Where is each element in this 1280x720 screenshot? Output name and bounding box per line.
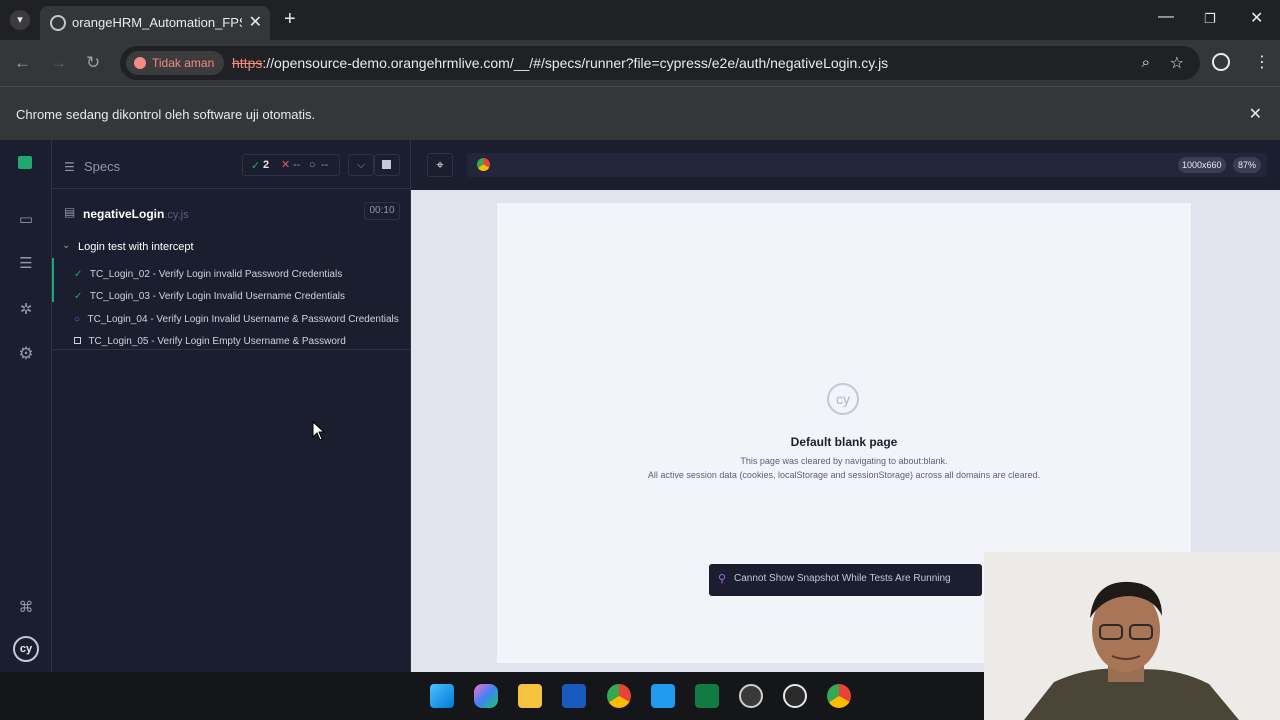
infobar-message: Chrome sedang dikontrol oleh software uj… bbox=[16, 107, 316, 122]
zoom-search-icon[interactable]: ⌕ bbox=[1142, 54, 1150, 71]
url-scheme: https bbox=[232, 55, 263, 71]
mouse-cursor-icon bbox=[312, 421, 326, 441]
divider bbox=[52, 349, 411, 350]
snapshot-notice-text: Cannot Show Snapshot While Tests Are Run… bbox=[734, 573, 951, 584]
chrome-browser-icon bbox=[477, 158, 490, 171]
tab-search-icon[interactable]: ▾ bbox=[10, 10, 30, 30]
suite-title[interactable]: Login test with intercept bbox=[78, 241, 194, 253]
test-title: TC_Login_02 - Verify Login invalid Passw… bbox=[89, 269, 343, 280]
browser-tab[interactable]: orangeHRM_Automation_FPSanbercode ✕ bbox=[40, 6, 270, 40]
auto-scroll-chevron-icon[interactable]: ⌵ bbox=[348, 154, 374, 176]
spec-runner-panel: ☰ Specs ✓ 2 ✕ -- ○ -- ⌵ ▤ negativeLogin.… bbox=[52, 140, 411, 672]
url-path: ://opensource-demo.orangehrmlive.com/__/… bbox=[262, 55, 889, 71]
chrome-icon[interactable] bbox=[607, 684, 631, 708]
browser-tab-strip: ▾ orangeHRM_Automation_FPSanbercode ✕ + … bbox=[0, 0, 1280, 40]
automation-infobar: Chrome sedang dikontrol oleh software uj… bbox=[0, 86, 1280, 140]
spec-file-icon: ▤ bbox=[64, 205, 76, 219]
test-row[interactable]: TC_Login_05 - Verify Login Empty Usernam… bbox=[74, 331, 346, 349]
browser-toolbar: ← → ↻ Tidak aman https://opensource-demo… bbox=[0, 40, 1280, 86]
tab-title: orangeHRM_Automation_FPSanbercode bbox=[72, 15, 242, 30]
copilot-icon[interactable] bbox=[474, 684, 498, 708]
pass-indicator-bar bbox=[52, 258, 54, 302]
not-secure-icon bbox=[134, 57, 146, 69]
viewport-size-badge[interactable]: 1000x660 bbox=[1178, 157, 1226, 173]
spec-file-name[interactable]: negativeLogin.cy.js bbox=[83, 207, 189, 221]
test-row[interactable]: ✓ TC_Login_03 - Verify Login Invalid Use… bbox=[74, 286, 345, 304]
security-chip[interactable]: Tidak aman bbox=[126, 51, 225, 75]
chrome-icon[interactable] bbox=[827, 684, 851, 708]
new-tab-button[interactable]: + bbox=[284, 8, 296, 31]
tab-close-icon[interactable]: ✕ bbox=[249, 12, 262, 32]
passed-check-icon: ✓ bbox=[251, 160, 261, 172]
snapshot-notice: ⚲ Cannot Show Snapshot While Tests Are R… bbox=[709, 564, 982, 596]
cypress-icon[interactable] bbox=[783, 684, 807, 708]
address-bar[interactable]: Tidak aman https://opensource-demo.orang… bbox=[120, 46, 1200, 80]
stop-button[interactable] bbox=[374, 154, 400, 176]
webcam-overlay bbox=[984, 552, 1280, 720]
failed-x-icon: ✕ bbox=[281, 159, 291, 171]
close-window-icon[interactable]: ✕ bbox=[1250, 8, 1263, 28]
toggle-specs-list-icon[interactable]: ☰ bbox=[64, 160, 75, 174]
file-explorer-icon[interactable] bbox=[518, 684, 542, 708]
specs-label[interactable]: Specs bbox=[84, 159, 120, 174]
pending-count: -- bbox=[321, 159, 329, 171]
presenter-video bbox=[984, 552, 1280, 720]
minimize-icon[interactable]: ― bbox=[1158, 8, 1174, 26]
vscode-icon[interactable] bbox=[651, 684, 675, 708]
pending-circle-icon: ○ bbox=[309, 159, 316, 171]
selector-playground-crosshair-icon[interactable]: ⌖ bbox=[427, 153, 453, 177]
running-spinner-icon: ○ bbox=[74, 314, 81, 325]
pass-check-icon: ✓ bbox=[74, 291, 83, 302]
spec-name: negativeLogin bbox=[83, 207, 165, 221]
blank-page-title: Default blank page bbox=[790, 435, 898, 449]
passed-count: 2 bbox=[263, 159, 270, 171]
windows-start-icon[interactable] bbox=[430, 684, 454, 708]
spec-extension: .cy.js bbox=[164, 209, 189, 221]
blank-page-line2: All active session data (cookies, localS… bbox=[647, 470, 1041, 480]
specs-list-icon[interactable]: ▭ bbox=[16, 210, 36, 230]
spec-duration: 00:10 bbox=[364, 202, 400, 220]
test-title: TC_Login_04 - Verify Login Invalid Usern… bbox=[87, 314, 399, 325]
menu-kebab-icon[interactable]: ⋮ bbox=[1254, 52, 1270, 72]
bookmark-star-icon[interactable]: ☆ bbox=[1170, 53, 1184, 73]
test-title: TC_Login_03 - Verify Login Invalid Usern… bbox=[89, 291, 345, 302]
settings-gear-icon[interactable]: ⚙ bbox=[16, 344, 36, 364]
pass-check-icon: ✓ bbox=[74, 269, 83, 280]
cypress-side-nav: ▭ ☰ ✲ ⚙ ⌘ cy bbox=[0, 140, 52, 672]
obs-icon[interactable] bbox=[739, 684, 763, 708]
aut-url-bar[interactable] bbox=[467, 153, 1267, 177]
back-arrow-icon[interactable]: ← bbox=[14, 53, 31, 73]
excel-icon[interactable] bbox=[695, 684, 719, 708]
test-title: TC_Login_05 - Verify Login Empty Usernam… bbox=[88, 336, 346, 347]
preview-toolbar: ⌖ 1000x660 87% bbox=[411, 140, 1280, 190]
forward-arrow-icon[interactable]: → bbox=[50, 53, 67, 73]
blank-page-line1: This page was cleared by navigating to a… bbox=[740, 456, 948, 466]
divider bbox=[52, 188, 411, 189]
stop-square-icon bbox=[382, 160, 391, 169]
test-row[interactable]: ○ TC_Login_04 - Verify Login Invalid Use… bbox=[74, 309, 399, 327]
pending-square-icon bbox=[74, 337, 81, 344]
pin-icon: ⚲ bbox=[718, 573, 727, 585]
restore-icon[interactable]: ❐ bbox=[1204, 11, 1216, 27]
project-logo-icon[interactable] bbox=[18, 156, 32, 169]
test-stats: ✓ 2 ✕ -- ○ -- bbox=[242, 154, 340, 176]
security-label: Tidak aman bbox=[152, 56, 215, 70]
runs-list-icon[interactable]: ☰ bbox=[16, 254, 36, 274]
infobar-close-icon[interactable]: ✕ bbox=[1249, 104, 1262, 124]
cypress-favicon-icon bbox=[50, 15, 66, 31]
cypress-blank-logo-icon: cy bbox=[827, 383, 859, 415]
test-row[interactable]: ✓ TC_Login_02 - Verify Login invalid Pas… bbox=[74, 264, 342, 282]
word-icon[interactable] bbox=[562, 684, 586, 708]
keyboard-shortcuts-icon[interactable]: ⌘ bbox=[16, 598, 36, 618]
failed-count: -- bbox=[293, 159, 301, 171]
cypress-logo-icon[interactable]: cy bbox=[13, 636, 39, 662]
zoom-level-badge[interactable]: 87% bbox=[1233, 157, 1262, 173]
profile-icon[interactable] bbox=[1212, 53, 1230, 71]
url-text[interactable]: https://opensource-demo.orangehrmlive.co… bbox=[232, 55, 888, 71]
reload-icon[interactable]: ↻ bbox=[86, 53, 100, 73]
debug-bug-icon[interactable]: ✲ bbox=[16, 300, 36, 320]
suite-chevron-icon[interactable]: ⌄ bbox=[62, 240, 70, 251]
